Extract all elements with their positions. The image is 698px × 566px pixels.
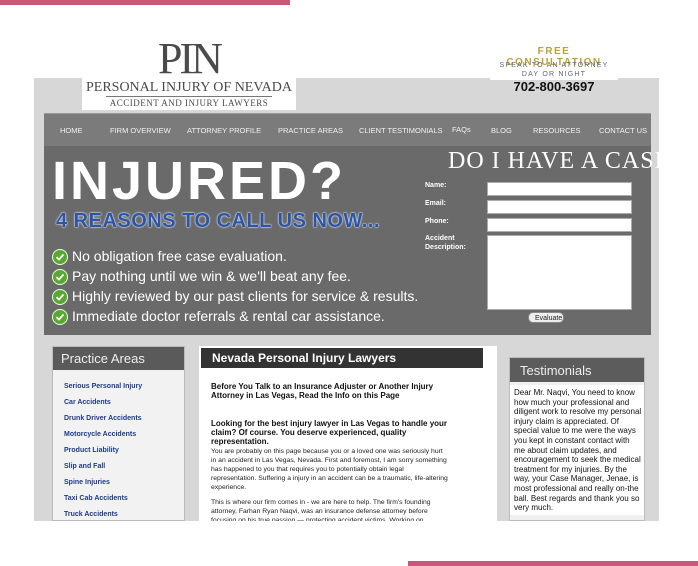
practice-link-spine-injuries[interactable]: Spine Injuries <box>64 479 110 486</box>
practice-link-motorcycle[interactable]: Motorcycle Accidents <box>64 431 136 438</box>
checkmark-icon <box>52 269 68 285</box>
nav-firm-overview[interactable]: FIRM OVERVIEW <box>110 126 171 135</box>
practice-link-taxi-cab[interactable]: Taxi Cab Accidents <box>64 495 128 502</box>
consultation-subtitle: SPEAK TO AN ATTORNEY DAY OR NIGHT <box>490 61 618 79</box>
testimonial-text: Dear Mr. Naqvi, You need to know how muc… <box>514 388 642 513</box>
phone-number-link[interactable]: 702-800-3697 <box>490 79 618 94</box>
body-paragraph-1: You are probably on this page because yo… <box>211 448 448 491</box>
testimonials-panel: Testimonials Dear Mr. Naqvi, You need to… <box>509 357 645 521</box>
practice-link-drunk-driver[interactable]: Drunk Driver Accidents <box>64 415 142 422</box>
description-label-line-2: Description: <box>425 244 466 251</box>
description-label: Accident Description: <box>425 234 466 252</box>
name-field[interactable] <box>487 182 632 196</box>
practice-areas-header: Practice Areas <box>53 347 184 370</box>
main-content: Nevada Personal Injury Lawyers Before Yo… <box>199 346 497 521</box>
nav-home[interactable]: HOME <box>60 126 83 135</box>
name-label: Name: <box>425 182 447 189</box>
nav-contact-us[interactable]: CONTACT US <box>599 126 647 135</box>
bottom-accent-bar <box>408 561 698 566</box>
testimonials-header: Testimonials <box>510 358 644 382</box>
consultation-line-1: SPEAK TO AN ATTORNEY <box>499 62 609 69</box>
practice-link-slip-and-fall[interactable]: Slip and Fall <box>64 463 105 470</box>
case-form-title: DO I HAVE A CASE? <box>448 148 682 174</box>
accident-description-field[interactable] <box>487 235 632 310</box>
email-label: Email: <box>425 200 447 207</box>
evaluate-button[interactable]: Evaluate <box>528 312 564 323</box>
email-field[interactable] <box>487 200 632 214</box>
phone-field[interactable] <box>487 218 632 232</box>
hero-bullet-text: Highly reviewed by our past clients for … <box>72 288 419 304</box>
body-paragraph-2: This is where our firm comes in - we are… <box>211 499 431 521</box>
nav-faqs[interactable]: FAQs <box>452 125 471 134</box>
consultation-line-2: DAY OR NIGHT <box>521 71 587 78</box>
hero-bullet-text: No obligation free case evaluation. <box>72 248 287 264</box>
practice-link-product-liability[interactable]: Product Liability <box>64 447 119 454</box>
logo-tagline: ACCIDENT AND INJURY LAWYERS <box>109 98 269 108</box>
intro-heading: Before You Talk to an Insurance Adjuster… <box>211 382 434 400</box>
nav-practice-areas[interactable]: PRACTICE AREAS <box>278 126 343 135</box>
testimonials-title: Testimonials <box>520 363 592 378</box>
nav-attorney-profile[interactable]: ATTORNEY PROFILE <box>187 126 261 135</box>
logo-monogram: PIN <box>158 34 223 83</box>
main-navigation: HOME FIRM OVERVIEW ATTORNEY PROFILE PRAC… <box>44 113 651 147</box>
hero-bullet-text: Pay nothing until we win & we'll beat an… <box>72 268 351 284</box>
nav-blog[interactable]: BLOG <box>491 126 512 135</box>
checkmark-icon <box>52 289 68 305</box>
hero-subheadline: 4 REASONS TO CALL US NOW... <box>56 210 380 232</box>
nav-client-testimonials[interactable]: CLIENT TESTIMONIALS <box>359 126 443 135</box>
logo-divider <box>106 96 272 97</box>
practice-link-car-accidents[interactable]: Car Accidents <box>64 399 111 406</box>
main-heading-bar: Nevada Personal Injury Lawyers <box>201 348 483 368</box>
description-label-line-1: Accident <box>425 235 455 242</box>
free-consultation-box: FREE CONSULTATION SPEAK TO AN ATTORNEY D… <box>490 44 618 80</box>
practice-areas-title: Practice Areas <box>61 351 145 366</box>
top-accent-bar <box>0 0 290 5</box>
sub-heading: Looking for the best injury lawyer in La… <box>211 419 448 446</box>
site-logo[interactable]: PIN PERSONAL INJURY OF NEVADA ACCIDENT A… <box>82 36 296 110</box>
practice-link-truck-accidents[interactable]: Truck Accidents <box>64 511 118 518</box>
main-heading: Nevada Personal Injury Lawyers <box>212 351 397 365</box>
hero-headline: INJURED? <box>52 151 347 211</box>
phone-label: Phone: <box>425 218 449 225</box>
practice-link-serious-injury[interactable]: Serious Personal Injury <box>64 383 142 390</box>
checkmark-icon <box>52 309 68 325</box>
logo-firm-name: PERSONAL INJURY OF NEVADA <box>85 80 292 95</box>
hero-banner: INJURED? 4 REASONS TO CALL US NOW... No … <box>44 146 681 335</box>
hero-bullet-text: Immediate doctor referrals & rental car … <box>72 308 385 324</box>
checkmark-icon <box>52 249 68 265</box>
nav-resources[interactable]: RESOURCES <box>533 126 581 135</box>
practice-areas-sidebar: Practice Areas Serious Personal Injury C… <box>52 346 185 521</box>
